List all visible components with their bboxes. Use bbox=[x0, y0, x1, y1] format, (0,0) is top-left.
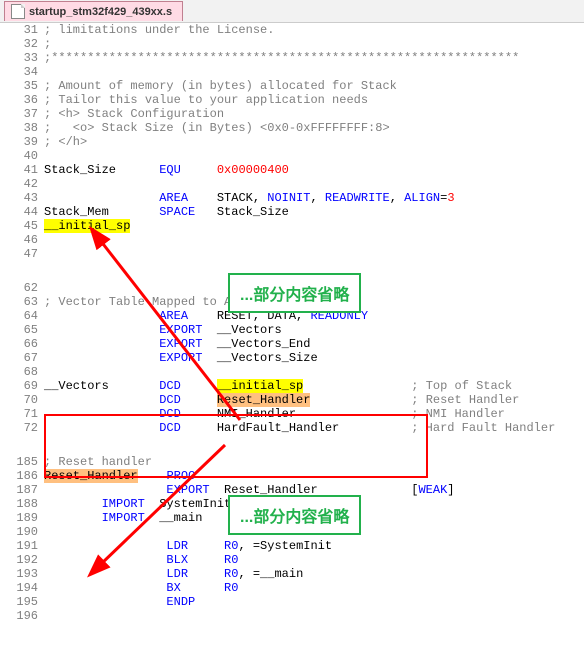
file-tab[interactable]: startup_stm32f429_439xx.s bbox=[4, 1, 183, 21]
line-gutter: 3132333435363738394041424344454647 bbox=[0, 23, 44, 261]
line-gutter: 6263646566676869707172 bbox=[0, 281, 44, 435]
editor-block-3[interactable]: 185186187188189190191192193194195196 ; R… bbox=[0, 455, 584, 623]
code-area: ; Reset handlerReset_Handler PROC EXPORT… bbox=[44, 455, 584, 623]
code-area: ; limitations under the License.;;******… bbox=[44, 23, 584, 261]
file-icon bbox=[11, 4, 25, 19]
ellipsis-note-1: ...部分内容省略 bbox=[228, 273, 361, 313]
tab-bar: startup_stm32f429_439xx.s bbox=[0, 0, 584, 23]
editor-block-1[interactable]: 3132333435363738394041424344454647 ; lim… bbox=[0, 23, 584, 261]
tab-filename: startup_stm32f429_439xx.s bbox=[29, 6, 172, 18]
ellipsis-note-2: ...部分内容省略 bbox=[228, 495, 361, 535]
line-gutter: 185186187188189190191192193194195196 bbox=[0, 455, 44, 623]
